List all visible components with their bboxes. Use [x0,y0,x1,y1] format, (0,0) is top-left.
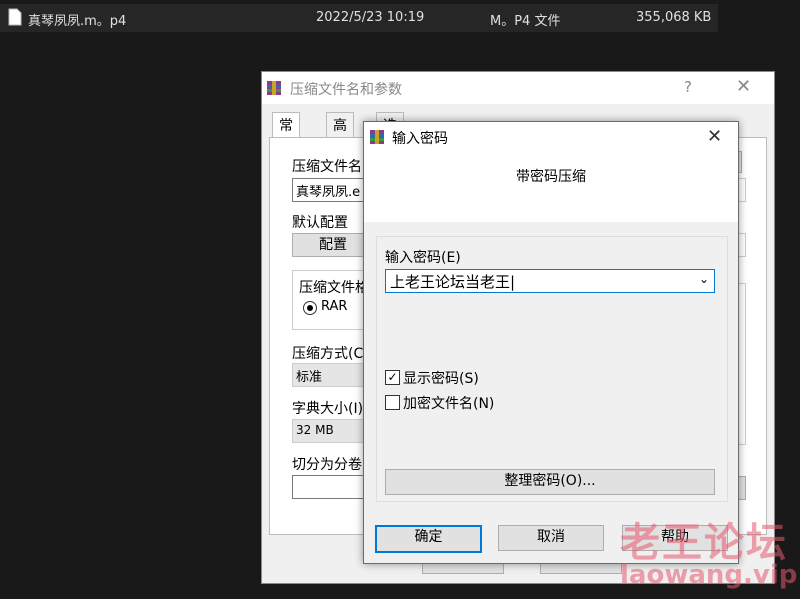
file-icon [8,8,22,30]
header-area: 带密码压缩 [364,152,738,222]
file-name: 真琴夙夙.m。p4 [28,14,127,29]
password-title-bar: 输入密码 ✕ [364,122,738,152]
dict-label: 字典大小(I) [292,401,364,417]
profile-button[interactable]: 配置 [292,233,374,257]
password-input[interactable]: 上老王论坛当老王| ⌄ [385,269,715,293]
rar-radio[interactable] [303,301,317,315]
help-icon[interactable]: ? [684,78,692,96]
organize-passwords-button[interactable]: 整理密码(O)... [385,469,715,495]
close-icon[interactable]: ✕ [736,76,751,97]
format-label: 压缩文件格 [299,277,369,297]
file-date: 2022/5/23 10:19 [316,10,425,25]
winrar-icon [266,80,282,100]
method-select[interactable]: 标准 [292,363,374,387]
split-label: 切分为分卷 [292,457,362,473]
rar-label: RAR [321,299,348,314]
chevron-down-icon[interactable]: ⌄ [699,272,709,286]
tab-general[interactable]: 常规 [272,112,300,160]
file-size: 355,068 KB [636,10,712,25]
cancel-button[interactable]: 取消 [498,525,604,551]
title-bar: 压缩文件名和参数 ? ✕ [262,72,774,104]
file-row[interactable]: 真琴夙夙.m。p4 2022/5/23 10:19 M。P4 文件 355,06… [0,4,718,32]
dialog-heading: 带密码压缩 [516,169,586,185]
tab-advanced[interactable]: 高级 [326,112,354,160]
archive-name-field[interactable]: 真琴夙夙.e [292,178,374,202]
file-type: M。P4 文件 [490,14,561,29]
password-dialog: 输入密码 ✕ 带密码压缩 输入密码(E) 上老王论坛当老王| ⌄ ✓ 显示密码(… [363,121,739,564]
dict-select[interactable]: 32 MB [292,419,374,443]
password-group: 输入密码(E) 上老王论坛当老王| ⌄ ✓ 显示密码(S) 加密文件名(N) 整… [376,236,728,502]
ok-button[interactable]: 确定 [375,525,482,553]
method-label: 压缩方式(C [292,346,364,362]
default-profile-label: 默认配置 [292,215,348,231]
password-dialog-title: 输入密码 [392,131,448,147]
format-group: 压缩文件格 RAR [292,270,369,330]
split-field[interactable] [292,475,374,499]
watermark-url: laowang.vip [620,560,798,590]
close-icon[interactable]: ✕ [707,126,722,147]
archive-name-label: 压缩文件名 [292,159,362,175]
dialog-title: 压缩文件名和参数 [290,82,402,98]
password-label: 输入密码(E) [385,250,461,266]
check-icon: ✓ [385,370,400,385]
winrar-icon [369,129,385,149]
